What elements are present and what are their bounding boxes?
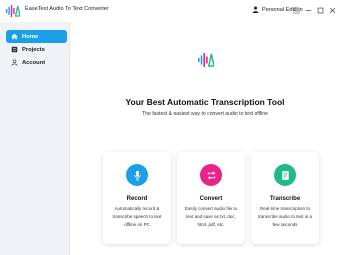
app-logo-icon xyxy=(6,5,20,17)
sidebar-item-projects[interactable]: Projects xyxy=(6,43,67,56)
card-description: Real-time transcription to transcribe au… xyxy=(257,206,313,227)
card-title: Record xyxy=(126,196,148,202)
menu-icon[interactable] xyxy=(292,5,300,15)
title-bar: EaseText Audio To Text Converter Persona… xyxy=(0,0,340,22)
close-icon[interactable] xyxy=(328,5,336,15)
transcribe-icon xyxy=(281,170,289,180)
sidebar-item-account[interactable]: Account xyxy=(6,56,67,69)
hero-title: Your Best Automatic Transcription Tool xyxy=(125,97,285,107)
window-title: EaseText Audio To Text Converter xyxy=(25,6,109,12)
convert-icon xyxy=(207,170,215,180)
card-description: Automatically record & transcribe speech… xyxy=(112,206,162,227)
sidebar-item-home[interactable]: Home xyxy=(6,30,67,43)
account-icon xyxy=(11,59,18,66)
user-icon xyxy=(252,6,259,13)
microphone-icon xyxy=(133,170,141,180)
sidebar-item-label: Projects xyxy=(22,46,45,53)
card-title: Convert xyxy=(199,196,223,202)
hero-subtitle: The fastest & easiest way to convert aud… xyxy=(142,111,268,117)
card-description: Easily convert audio file to text and sa… xyxy=(184,206,238,227)
sidebar: Home Projects Account xyxy=(0,22,70,255)
home-icon xyxy=(11,33,18,40)
minimize-icon[interactable] xyxy=(304,5,312,15)
maximize-icon[interactable] xyxy=(316,5,324,15)
transcribe-card[interactable]: Transcribe Real-time transcription to tr… xyxy=(251,152,319,244)
convert-card[interactable]: Convert Easily convert audio file to tex… xyxy=(177,152,245,244)
window-controls xyxy=(292,5,336,15)
main-content: Your Best Automatic Transcription Tool T… xyxy=(70,22,340,255)
projects-icon xyxy=(11,46,18,53)
transcribe-icon-badge xyxy=(274,164,296,186)
hero-logo-icon xyxy=(198,53,214,67)
record-card[interactable]: Record Automatically record & transcribe… xyxy=(103,152,171,244)
card-title: Transcribe xyxy=(269,196,301,202)
sidebar-item-label: Account xyxy=(22,59,46,66)
convert-icon-badge xyxy=(200,164,222,186)
sidebar-item-label: Home xyxy=(22,33,39,40)
record-icon-badge xyxy=(126,164,148,186)
